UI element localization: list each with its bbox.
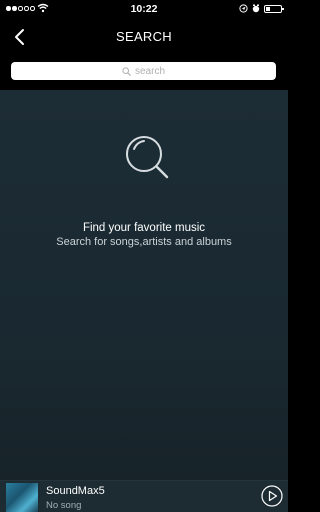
search-screen: 10:22 SEARCH search Find your favorite m… xyxy=(0,0,288,512)
status-icons xyxy=(239,4,284,13)
empty-state-subtitle: Search for songs,artists and albums xyxy=(56,236,232,248)
empty-state: Find your favorite music Search for song… xyxy=(0,90,288,480)
status-bar: 10:22 xyxy=(0,0,288,20)
empty-state-title: Find your favorite music xyxy=(82,222,206,234)
player-title: SoundMax5 xyxy=(46,485,105,497)
search-placeholder: search xyxy=(134,65,165,77)
player-subtitle: No song xyxy=(46,500,82,511)
search-icon xyxy=(126,136,169,179)
search-icon xyxy=(122,66,131,76)
album-art xyxy=(6,483,38,512)
play-icon[interactable] xyxy=(261,485,283,507)
search-bar-area: search xyxy=(0,54,288,90)
page-title: SEARCH xyxy=(116,29,172,44)
search-input[interactable]: search xyxy=(11,62,276,80)
battery-icon xyxy=(264,4,284,13)
mini-player[interactable]: SoundMax5 No song xyxy=(0,480,288,512)
nav-bar: SEARCH xyxy=(0,20,288,54)
location-icon xyxy=(239,4,248,13)
alarm-icon xyxy=(252,4,260,13)
